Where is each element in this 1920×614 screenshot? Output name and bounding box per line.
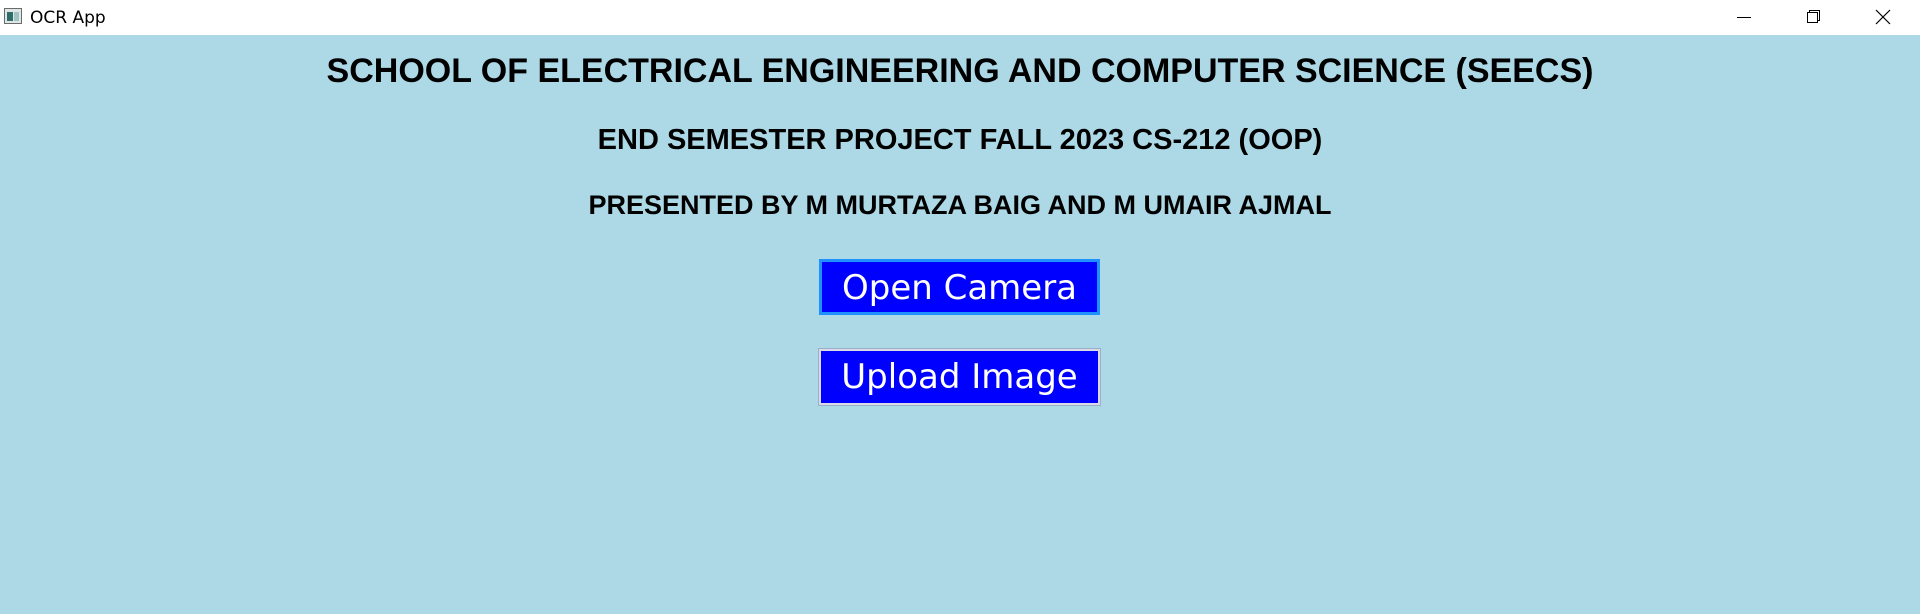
- project-subtitle: END SEMESTER PROJECT FALL 2023 CS-212 (O…: [597, 124, 1323, 156]
- upload-image-button[interactable]: Upload Image: [818, 348, 1101, 406]
- close-icon: [1875, 9, 1891, 25]
- minimize-icon: [1737, 17, 1751, 18]
- presenters-label: PRESENTED BY M MURTAZA BAIG AND M UMAIR …: [588, 190, 1332, 220]
- school-title: SCHOOL OF ELECTRICAL ENGINEERING AND COM…: [326, 52, 1594, 90]
- restore-icon: [1807, 10, 1820, 23]
- minimize-button[interactable]: [1710, 0, 1778, 35]
- restore-button[interactable]: [1778, 0, 1846, 35]
- title-bar[interactable]: OCR App: [0, 0, 1920, 35]
- app-window-icon: [4, 8, 22, 24]
- app-window: OCR App SCHOOL OF ELECTRICAL ENGINEERING…: [0, 0, 1920, 614]
- window-title: OCR App: [30, 8, 106, 28]
- open-camera-button[interactable]: Open Camera: [819, 259, 1100, 315]
- main-panel: SCHOOL OF ELECTRICAL ENGINEERING AND COM…: [0, 35, 1920, 614]
- close-button[interactable]: [1848, 0, 1916, 35]
